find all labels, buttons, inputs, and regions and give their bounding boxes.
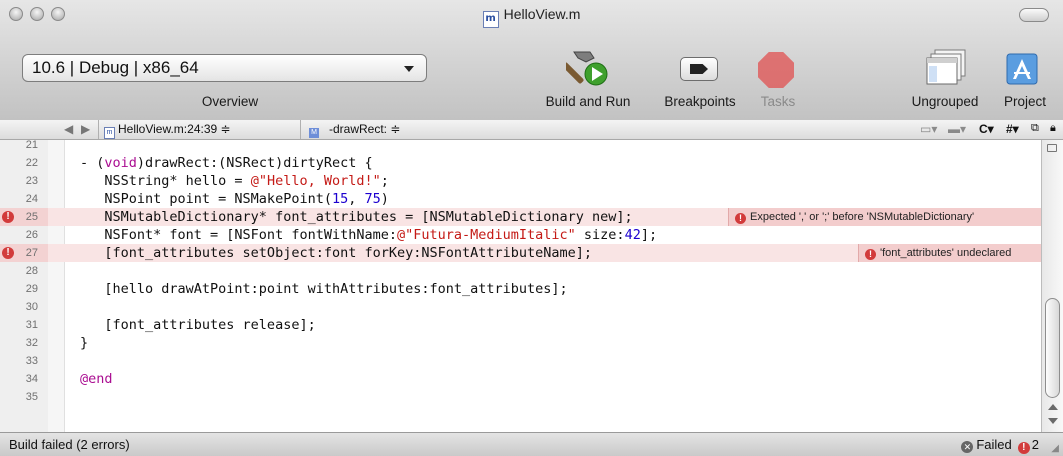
line-number: 33 <box>25 355 38 367</box>
vertical-scrollbar[interactable] <box>1041 140 1063 432</box>
code-line: 35 <box>0 388 1041 406</box>
error-count: 2 <box>1031 437 1039 452</box>
build-result[interactable]: ✕ Failed! 2 <box>961 437 1039 454</box>
code-text: } <box>80 335 89 351</box>
split-editor-icon[interactable] <box>1047 144 1057 152</box>
line-number: 22 <box>25 157 38 169</box>
method-text: -drawRect: ≑ <box>329 122 401 136</box>
code-line: 24 NSPoint point = NSMakePoint(15, 75) <box>0 190 1041 208</box>
failed-icon: ✕ <box>961 441 974 453</box>
error-message: Expected ',' or ';' before 'NSMutableDic… <box>750 211 975 223</box>
code-text: [hello drawAtPoint:point withAttributes:… <box>80 281 568 297</box>
breakpoints-menu-icon[interactable]: ▬▾ <box>948 122 966 136</box>
line-number: 21 <box>25 140 38 151</box>
build-and-run-label: Build and Run <box>545 94 631 109</box>
code-line: 28 <box>0 262 1041 280</box>
ungrouped-button[interactable] <box>925 48 967 90</box>
error-bubble[interactable]: ! 'font_attributes' undeclared <box>858 244 1041 262</box>
overview-popup-value: 10.6 | Debug | x86_64 <box>32 58 199 77</box>
code-line-error: ! 25 NSMutableDictionary* font_attribute… <box>0 208 1041 226</box>
line-number: 31 <box>25 319 38 331</box>
code-line: 29 [hello drawAtPoint:point withAttribut… <box>0 280 1041 298</box>
code-line: 26 NSFont* font = [NSFont fontWithName:@… <box>0 226 1041 244</box>
code-text: NSMutableDictionary* font_attributes = [… <box>80 209 633 225</box>
build-result-text: Failed <box>976 437 1012 452</box>
forward-button[interactable]: ▶ <box>81 122 90 136</box>
scroll-up-arrow[interactable] <box>1048 404 1058 410</box>
chevron-down-icon <box>404 66 414 72</box>
breakpoints-label: Breakpoints <box>664 94 736 109</box>
code-lines: 21 22 - (void)drawRect:(NSRect)dirtyRect… <box>0 140 1041 406</box>
file-location-popup[interactable]: m HelloView.m:24:39 ≑ <box>104 122 231 139</box>
overview-popup[interactable]: 10.6 | Debug | x86_64 <box>22 54 427 82</box>
code-text: [font_attributes release]; <box>80 317 316 333</box>
code-line: 22 - (void)drawRect:(NSRect)dirtyRect { <box>0 154 1041 172</box>
code-editor[interactable]: 21 22 - (void)drawRect:(NSRect)dirtyRect… <box>0 140 1041 432</box>
window-title-text: HelloView.m <box>503 6 581 22</box>
code-line: 23 NSString* hello = @"Hello, World!"; <box>0 172 1041 190</box>
window-title: m HelloView.m <box>0 6 1063 28</box>
file-location-text: HelloView.m:24:39 ≑ <box>118 122 231 136</box>
method-popup[interactable]: M -drawRect: ≑ <box>309 122 400 138</box>
includes-menu[interactable]: #▾ <box>1006 122 1019 136</box>
stop-icon[interactable] <box>758 52 794 88</box>
hammer-icon <box>562 51 608 86</box>
code-line: 33 <box>0 352 1041 370</box>
toolbar-toggle-button[interactable] <box>1019 8 1049 22</box>
error-bubble[interactable]: ! Expected ',' or ';' before 'NSMutableDi… <box>728 208 1041 226</box>
lock-icon[interactable]: 🔒︎ <box>1050 122 1056 135</box>
line-number: 32 <box>25 337 38 349</box>
overview-label: Overview <box>201 94 259 109</box>
line-number: 28 <box>25 265 38 277</box>
navigation-bar: ◀ ▶ m HelloView.m:24:39 ≑ M -drawRect: ≑ ▭… <box>0 120 1063 140</box>
line-number: 24 <box>25 193 38 205</box>
code-text: @end <box>80 371 113 387</box>
bookmarks-icon[interactable]: ▭▾ <box>920 122 937 136</box>
back-button[interactable]: ◀ <box>64 122 73 136</box>
project-label: Project <box>1003 94 1047 109</box>
line-number: 27 <box>25 247 38 259</box>
line-number: 26 <box>25 229 38 241</box>
classes-menu[interactable]: C▾ <box>979 122 994 136</box>
project-button[interactable] <box>1005 52 1041 88</box>
code-line: 21 <box>0 140 1041 154</box>
build-status-message: Build failed (2 errors) <box>9 437 130 452</box>
line-number: 34 <box>25 373 38 385</box>
xcode-project-icon <box>1006 53 1038 85</box>
build-and-run-button[interactable] <box>562 48 612 90</box>
counterparts-icon[interactable]: ⧉ <box>1031 122 1039 135</box>
code-text: NSString* hello = @"Hello, World!"; <box>80 173 389 189</box>
error-message: 'font_attributes' undeclared <box>880 247 1012 259</box>
objc-file-icon: m <box>482 11 499 28</box>
ungrouped-windows-icon <box>926 49 966 85</box>
line-number: 30 <box>25 301 38 313</box>
line-number: 25 <box>25 211 38 223</box>
objc-file-icon: m <box>104 127 115 139</box>
ungrouped-label: Ungrouped <box>911 94 979 109</box>
error-icon: ! <box>1017 442 1030 454</box>
xcode-window: m HelloView.m 10.6 | Debug | x86_64 Overv… <box>0 0 1063 456</box>
error-icon: ! <box>735 213 746 224</box>
code-text: NSFont* font = [NSFont fontWithName:@"Fu… <box>80 227 658 243</box>
code-line: 34 @end <box>0 370 1041 388</box>
toolbar: m HelloView.m 10.6 | Debug | x86_64 Overv… <box>0 0 1063 121</box>
code-text: NSPoint point = NSMakePoint(15, 75) <box>80 191 389 207</box>
method-icon: M <box>309 128 319 138</box>
code-text: - (void)drawRect:(NSRect)dirtyRect { <box>80 155 373 171</box>
breakpoints-button[interactable] <box>680 57 718 81</box>
code-line-error: ! 27 [font_attributes setObject:font for… <box>0 244 1041 262</box>
code-line: 31 [font_attributes release]; <box>0 316 1041 334</box>
scrollbar-thumb[interactable] <box>1045 298 1060 398</box>
line-number: 35 <box>25 391 38 403</box>
resize-grip-icon[interactable]: ◢ <box>1051 443 1059 454</box>
status-bar: Build failed (2 errors) ✕ Failed! 2 ◢ <box>0 432 1063 456</box>
scroll-down-arrow[interactable] <box>1048 418 1058 424</box>
code-line: 30 <box>0 298 1041 316</box>
code-text: [font_attributes setObject:font forKey:N… <box>80 245 593 261</box>
code-line: 32 } <box>0 334 1041 352</box>
error-icon: ! <box>865 249 876 260</box>
tasks-label: Tasks <box>760 94 796 109</box>
line-number: 29 <box>25 283 38 295</box>
line-number: 23 <box>25 175 38 187</box>
